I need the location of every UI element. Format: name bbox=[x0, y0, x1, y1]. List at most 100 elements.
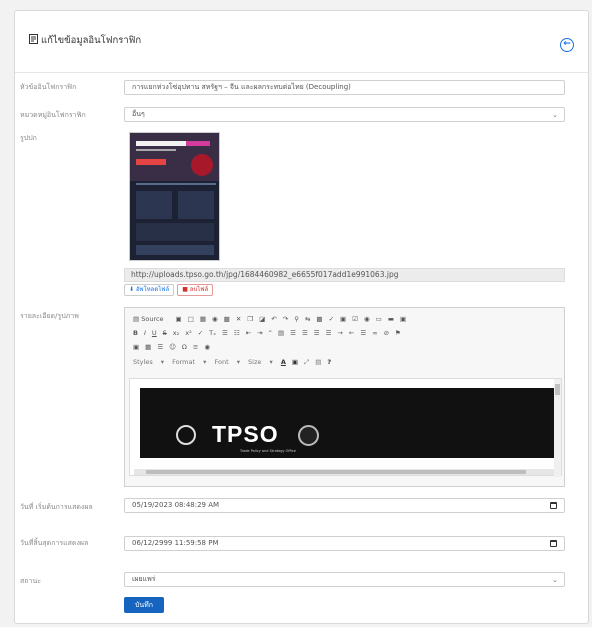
print-icon[interactable]: ▩ bbox=[224, 315, 230, 323]
page-title-text: แก้ไขข้อมูลอินโฟกราฟิก bbox=[41, 35, 142, 46]
spellcheck-icon[interactable]: ✓ bbox=[329, 315, 334, 323]
unlink-icon[interactable]: ⊘ bbox=[384, 329, 389, 337]
status-select[interactable]: เผยแพร่ ⌄ bbox=[124, 572, 565, 587]
cover-image bbox=[129, 132, 220, 261]
bulleted-list-icon[interactable]: ☷ bbox=[234, 329, 240, 337]
preview-icon[interactable]: ◉ bbox=[212, 315, 218, 323]
checkbox-icon[interactable]: ☑ bbox=[352, 315, 358, 323]
horizontal-line-icon[interactable]: ☰ bbox=[157, 343, 163, 351]
align-center-icon[interactable]: ☰ bbox=[302, 329, 308, 337]
source-icon[interactable]: ▤ Source bbox=[133, 315, 170, 323]
image-button-icon[interactable]: ▣ bbox=[400, 315, 406, 323]
page-break-icon[interactable]: ≡ bbox=[193, 343, 198, 351]
styles-select[interactable]: Styles ▾ bbox=[133, 358, 164, 366]
bg-color-icon[interactable]: ▣ bbox=[292, 358, 298, 366]
title-label: หัวข้ออินโฟกราฟิก bbox=[20, 83, 77, 91]
status-label: สถานะ bbox=[20, 577, 41, 585]
vertical-scroll-thumb[interactable] bbox=[555, 384, 560, 395]
div-icon[interactable]: ▤ bbox=[278, 329, 284, 337]
title-input[interactable]: การแยกห่วงโซ่อุปทาน สหรัฐฯ – จีน และผลกร… bbox=[124, 80, 565, 95]
button-insert-icon[interactable]: ▬ bbox=[388, 315, 394, 323]
calendar-icon[interactable] bbox=[550, 540, 557, 547]
radio-icon[interactable]: ◉ bbox=[364, 315, 370, 323]
show-blocks-icon[interactable]: ▤ bbox=[315, 358, 321, 366]
anchor-icon[interactable]: ⚑ bbox=[395, 329, 401, 337]
chevron-down-icon: ⌄ bbox=[552, 576, 558, 584]
upload-file-button[interactable]: ⬇ อัพโหลดไฟล์ bbox=[124, 284, 175, 296]
end-date-input[interactable]: 06/12/2999 11:59:58 PM bbox=[124, 536, 565, 551]
source-label: Source bbox=[141, 315, 164, 323]
bold-icon[interactable]: B bbox=[133, 329, 138, 337]
smiley-icon[interactable]: ☺ bbox=[169, 343, 176, 351]
italic-icon[interactable]: I bbox=[144, 329, 146, 337]
textfield-icon[interactable]: ▭ bbox=[376, 315, 382, 323]
cover-url-field[interactable]: http://uploads.tpso.go.th/jpg/1684460982… bbox=[124, 268, 565, 282]
new-page-icon[interactable]: □ bbox=[188, 315, 194, 323]
form-icon[interactable]: ▣ bbox=[340, 315, 346, 323]
page-title: แก้ไขข้อมูลอินโฟกราฟิก bbox=[29, 33, 141, 48]
file-buttons: ⬇ อัพโหลดไฟล์ ■ ลบไฟล์ bbox=[124, 284, 214, 296]
rich-text-editor[interactable]: ▤ Source ▣ □ ▦ ◉ ▩ ✕ ❒ ◪ ↶ ↷ ⚲ ⇆ ▩ ✓ ▣ ☑ ◉ ▭ ▬ ▣ B I U Sx₂ x² ✓ Tₓ… bbox=[124, 307, 565, 487]
underline-icon[interactable]: U bbox=[152, 329, 157, 337]
editor-toolbar-row-3: ▣ ▦ ☰ ☺ Ω ≡ ◉ bbox=[133, 343, 216, 351]
content-banner-image: TPSO Trade Policy and Strategy Office bbox=[140, 388, 554, 458]
save-doc-icon[interactable]: ▣ bbox=[176, 315, 182, 323]
format-select[interactable]: Format ▾ bbox=[172, 358, 206, 366]
image-icon[interactable]: ▣ bbox=[133, 343, 139, 351]
copy-format-icon[interactable]: ✓ bbox=[198, 329, 203, 337]
start-date-value: 05/19/2023 08:48:29 AM bbox=[132, 501, 220, 509]
help-icon[interactable]: ? bbox=[327, 358, 331, 366]
templates-icon[interactable]: ▦ bbox=[200, 315, 206, 323]
strike-icon[interactable]: S bbox=[163, 329, 167, 337]
undo-icon[interactable]: ↶ bbox=[271, 315, 276, 323]
ltr-icon[interactable]: → bbox=[337, 329, 342, 337]
size-select[interactable]: Size ▾ bbox=[248, 358, 273, 366]
indent-icon[interactable]: ⇥ bbox=[257, 329, 262, 337]
editor-content-area[interactable]: TPSO Trade Policy and Strategy Office bbox=[129, 378, 562, 477]
align-right-icon[interactable]: ☰ bbox=[314, 329, 320, 337]
end-date-value: 06/12/2999 11:59:58 PM bbox=[132, 539, 219, 547]
subscript-icon[interactable]: x₂ bbox=[173, 329, 179, 337]
delete-label: ลบไฟล์ bbox=[189, 286, 209, 293]
align-left-icon[interactable]: ☰ bbox=[290, 329, 296, 337]
special-char-icon[interactable]: Ω bbox=[182, 343, 187, 351]
back-arrow-circle-icon[interactable]: ← bbox=[560, 38, 574, 52]
emblem-logo bbox=[176, 425, 196, 445]
table-icon[interactable]: ▦ bbox=[145, 343, 151, 351]
delete-file-button[interactable]: ■ ลบไฟล์ bbox=[177, 284, 214, 296]
category-label: หมวดหมู่อินโฟกราฟิก bbox=[20, 111, 86, 119]
superscript-icon[interactable]: x² bbox=[185, 329, 191, 337]
text-color-icon[interactable]: A bbox=[281, 358, 286, 366]
detail-label: รายละเอียด/รูปภาพ bbox=[20, 312, 79, 320]
link-icon[interactable]: ∞ bbox=[372, 329, 377, 337]
remove-format-icon[interactable]: Tₓ bbox=[209, 329, 216, 337]
outdent-icon[interactable]: ⇤ bbox=[246, 329, 251, 337]
editor-toolbar-row-1: ▤ Source ▣ □ ▦ ◉ ▩ ✕ ❒ ◪ ↶ ↷ ⚲ ⇆ ▩ ✓ ▣ ☑ ◉ ▭ ▬ ▣ bbox=[133, 315, 412, 323]
cut-icon[interactable]: ✕ bbox=[236, 315, 241, 323]
replace-icon[interactable]: ⇆ bbox=[305, 315, 310, 323]
maximize-icon[interactable]: ⤢ bbox=[304, 358, 309, 366]
format-label: Format bbox=[172, 358, 196, 366]
blockquote-icon[interactable]: ” bbox=[269, 329, 272, 337]
start-date-input[interactable]: 05/19/2023 08:48:29 AM bbox=[124, 498, 565, 513]
horizontal-scrollbar[interactable] bbox=[134, 469, 558, 475]
language-icon[interactable]: ☰ bbox=[360, 329, 366, 337]
justify-icon[interactable]: ☰ bbox=[326, 329, 332, 337]
copy-icon[interactable]: ❒ bbox=[247, 315, 253, 323]
banner-subtext: Trade Policy and Strategy Office bbox=[240, 449, 296, 453]
paste-icon[interactable]: ◪ bbox=[259, 315, 265, 323]
font-label: Font bbox=[214, 358, 229, 366]
numbered-list-icon[interactable]: ☰ bbox=[222, 329, 228, 337]
select-all-icon[interactable]: ▩ bbox=[316, 315, 322, 323]
rtl-icon[interactable]: ← bbox=[349, 329, 354, 337]
category-select[interactable]: อื่นๆ ⌄ bbox=[124, 107, 565, 122]
size-label: Size bbox=[248, 358, 262, 366]
redo-icon[interactable]: ↷ bbox=[283, 315, 288, 323]
horizontal-scroll-thumb[interactable] bbox=[146, 470, 526, 474]
vertical-scrollbar[interactable] bbox=[554, 379, 561, 477]
save-button[interactable]: บันทึก bbox=[124, 597, 164, 613]
font-select[interactable]: Font ▾ bbox=[214, 358, 240, 366]
find-icon[interactable]: ⚲ bbox=[294, 315, 299, 323]
iframe-icon[interactable]: ◉ bbox=[204, 343, 210, 351]
calendar-icon[interactable] bbox=[550, 502, 557, 509]
